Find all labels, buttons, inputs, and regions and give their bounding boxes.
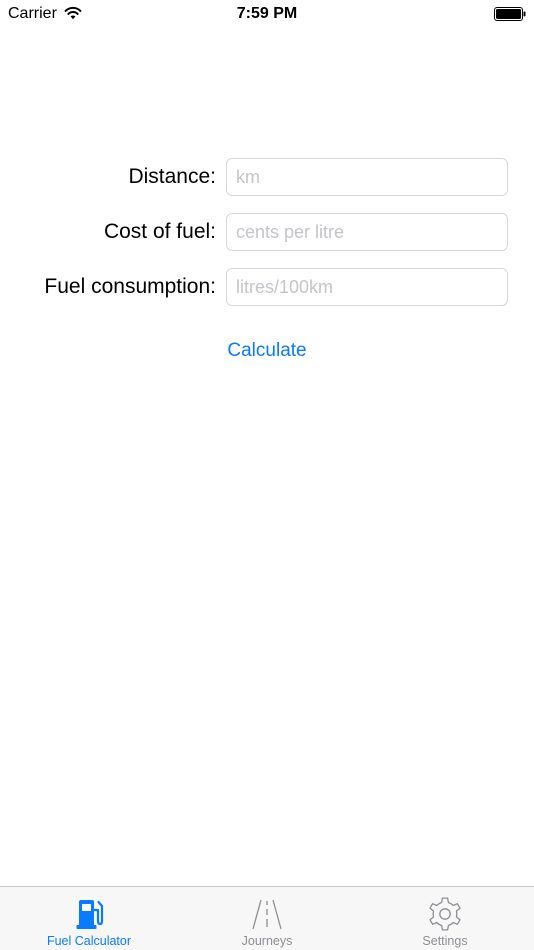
fuel-consumption-label: Fuel consumption:: [44, 275, 216, 298]
gear-icon: [429, 897, 461, 931]
status-bar: Carrier 7:59 PM: [0, 0, 534, 28]
road-icon: [252, 899, 282, 930]
tab-settings-label: Settings: [422, 934, 468, 948]
calculate-button[interactable]: Calculate: [0, 336, 534, 366]
cost-of-fuel-label: Cost of fuel:: [103, 220, 216, 243]
tab-settings[interactable]: Settings: [356, 887, 534, 950]
cost-of-fuel-row: Cost of fuel:: [0, 213, 534, 253]
fuel-consumption-row: Fuel consumption:: [0, 268, 534, 308]
tab-fuel-calculator-label: Fuel Calculator: [46, 934, 132, 948]
distance-row: Distance:: [0, 158, 534, 198]
tab-journeys[interactable]: Journeys: [178, 887, 356, 950]
distance-label: Distance:: [128, 165, 216, 188]
tab-fuel-calculator[interactable]: Fuel Calculator: [0, 887, 178, 950]
status-time: 7:59 PM: [236, 5, 298, 22]
fuel-pump-icon: [76, 900, 104, 929]
cost-of-fuel-input[interactable]: [226, 213, 508, 251]
fuel-consumption-input[interactable]: [226, 268, 508, 306]
tab-bar: Fuel Calculator Journeys Settings: [0, 886, 534, 950]
tab-journeys-label: Journeys: [241, 934, 293, 948]
battery-full-icon: [494, 7, 526, 21]
distance-input[interactable]: [226, 158, 508, 196]
